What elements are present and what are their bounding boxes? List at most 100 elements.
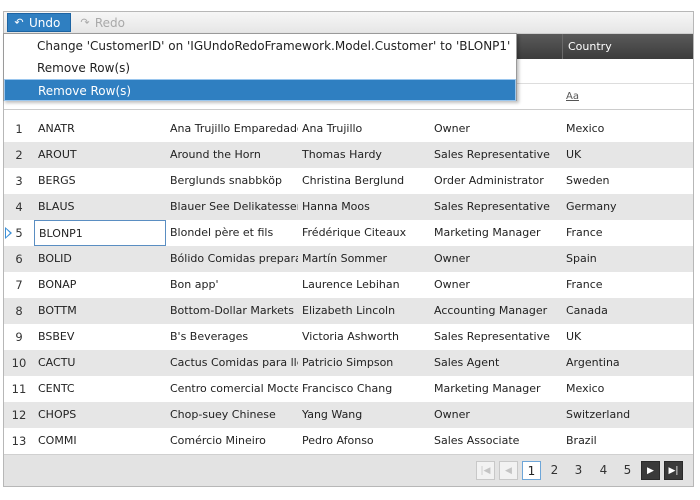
cell-company-name[interactable]: Chop-suey Chinese bbox=[166, 402, 298, 428]
table-row[interactable]: 10 CACTUCactus Comidas para llevaPatricio… bbox=[4, 350, 693, 376]
row-number: 8 bbox=[15, 304, 23, 318]
cell-contact-name[interactable]: Frédérique Citeaux bbox=[298, 220, 430, 246]
filter-country[interactable]: Aa bbox=[562, 84, 695, 110]
cell-customer-id[interactable]: CHOPS bbox=[34, 402, 166, 428]
cell-contact-name[interactable]: Hanna Moos bbox=[298, 194, 430, 220]
cell-customer-id[interactable]: BSBEV bbox=[34, 324, 166, 350]
cell-customer-id[interactable]: BLONP1 bbox=[34, 220, 166, 246]
cell-contact-name[interactable]: Elizabeth Lincoln bbox=[298, 298, 430, 324]
cell-customer-id[interactable]: BERGS bbox=[34, 168, 166, 194]
table-row[interactable]: 8 BOTTM Bottom-Dollar Markets Elizabeth Lin… bbox=[4, 298, 693, 324]
cell-contact-title[interactable]: Accounting Manager bbox=[430, 298, 562, 324]
cell-company-name[interactable]: Bon app' bbox=[166, 272, 298, 298]
cell-contact-name[interactable]: Laurence Lebihan bbox=[298, 272, 430, 298]
cell-contact-title[interactable]: Owner bbox=[430, 116, 562, 142]
cell-country[interactable]: France bbox=[562, 220, 695, 246]
cell-country[interactable]: Mexico bbox=[562, 116, 695, 142]
cell-country[interactable]: Canada bbox=[562, 298, 695, 324]
undo-history-item-selected[interactable]: Remove Row(s) bbox=[4, 79, 516, 101]
cell-contact-title[interactable]: Order Administrator bbox=[430, 168, 562, 194]
cell-customer-id[interactable]: ANATR bbox=[34, 116, 166, 142]
cell-country[interactable]: Mexico bbox=[562, 376, 695, 402]
redo-button[interactable]: ↷ Redo bbox=[74, 13, 130, 32]
cell-company-name[interactable]: Comércio Mineiro bbox=[166, 428, 298, 454]
cell-contact-title[interactable]: Marketing Manager bbox=[430, 376, 562, 402]
table-row[interactable]: 2 AROUT Around the Horn Thomas Hardy Sales R… bbox=[4, 142, 693, 168]
cell-contact-name[interactable]: Christina Berglund bbox=[298, 168, 430, 194]
pager: |◀ ◀ 1 2 3 4 5 ▶ ▶| bbox=[4, 454, 693, 486]
cell-country[interactable]: UK bbox=[562, 324, 695, 350]
undo-history-item[interactable]: Change 'CustomerID' on 'IGUndoRedoFramew… bbox=[4, 35, 516, 57]
cell-company-name[interactable]: Bottom-Dollar Markets bbox=[166, 298, 298, 324]
cell-contact-title[interactable]: Owner bbox=[430, 246, 562, 272]
cell-contact-name[interactable]: Pedro Afonso bbox=[298, 428, 430, 454]
page-3-button[interactable]: 3 bbox=[569, 461, 588, 480]
cell-contact-name[interactable]: Martín Sommer bbox=[298, 246, 430, 272]
cell-contact-title[interactable]: Sales Associate bbox=[430, 428, 562, 454]
cell-customer-id[interactable]: CACTU bbox=[34, 350, 166, 376]
cell-contact-name[interactable]: Thomas Hardy bbox=[298, 142, 430, 168]
page-1-button[interactable]: 1 bbox=[522, 461, 541, 480]
cell-company-name[interactable]: Bólido Comidas preparad bbox=[166, 246, 298, 272]
redo-arrow-icon: ↷ bbox=[80, 15, 90, 29]
cell-contact-name[interactable]: Victoria Ashworth bbox=[298, 324, 430, 350]
cell-customer-id[interactable]: BOLID bbox=[34, 246, 166, 272]
cell-contact-title[interactable]: Sales Representative bbox=[430, 194, 562, 220]
cell-contact-title[interactable]: Marketing Manager bbox=[430, 220, 562, 246]
cell-customer-id[interactable]: BONAP bbox=[34, 272, 166, 298]
cell-contact-title[interactable]: Sales Representative bbox=[430, 142, 562, 168]
cell-company-name[interactable]: Centro comercial Moctezu bbox=[166, 376, 298, 402]
first-page-button[interactable]: |◀ bbox=[476, 461, 495, 480]
table-row[interactable]: 1 ANATR Ana Trujillo Emparedados Ana Trujil… bbox=[4, 116, 693, 142]
table-row[interactable]: 11 CENTCCentro comercial MoctezuFrancisco… bbox=[4, 376, 693, 402]
cell-country[interactable]: Brazil bbox=[562, 428, 695, 454]
cell-contact-title[interactable]: Owner bbox=[430, 272, 562, 298]
cell-country[interactable]: Sweden bbox=[562, 168, 695, 194]
cell-company-name[interactable]: Blauer See Delikatessen bbox=[166, 194, 298, 220]
cell-contact-name[interactable]: Francisco Chang bbox=[298, 376, 430, 402]
cell-country[interactable]: Switzerland bbox=[562, 402, 695, 428]
cell-country[interactable]: France bbox=[562, 272, 695, 298]
row-number: 10 bbox=[11, 356, 27, 370]
table-row[interactable]: 13 COMMI Comércio Mineiro Pedro Afonso Sales… bbox=[4, 428, 693, 454]
cell-company-name[interactable]: Around the Horn bbox=[166, 142, 298, 168]
cell-contact-title[interactable]: Owner bbox=[430, 402, 562, 428]
cell-company-name[interactable]: B's Beverages bbox=[166, 324, 298, 350]
cell-customer-id[interactable]: BLAUS bbox=[34, 194, 166, 220]
cell-contact-name[interactable]: Yang Wang bbox=[298, 402, 430, 428]
last-page-button[interactable]: ▶| bbox=[664, 461, 683, 480]
cell-country[interactable]: Germany bbox=[562, 194, 695, 220]
cell-company-name[interactable]: Cactus Comidas para lleva bbox=[166, 350, 298, 376]
cell-contact-name[interactable]: Ana Trujillo bbox=[298, 116, 430, 142]
cell-country[interactable]: UK bbox=[562, 142, 695, 168]
page-2-button[interactable]: 2 bbox=[545, 461, 564, 480]
next-page-button[interactable]: ▶ bbox=[641, 461, 660, 480]
cell-company-name[interactable]: Ana Trujillo Emparedados bbox=[166, 116, 298, 142]
cell-company-name[interactable]: Berglunds snabbköp bbox=[166, 168, 298, 194]
row-number: 7 bbox=[15, 278, 23, 292]
cell-contact-title[interactable]: Sales Representative bbox=[430, 324, 562, 350]
cell-customer-id[interactable]: BOTTM bbox=[34, 298, 166, 324]
cell-customer-id[interactable]: COMMI bbox=[34, 428, 166, 454]
table-row[interactable]: 12 CHOPS Chop-suey Chinese Yang Wang Owner Sw… bbox=[4, 402, 693, 428]
table-row[interactable]: 5 BLONP1 Blondel père et fils Frédérique Ci… bbox=[4, 220, 693, 246]
table-row[interactable]: 4 BLAUS Blauer See Delikatessen Hanna Moos S… bbox=[4, 194, 693, 220]
cell-country[interactable]: Spain bbox=[562, 246, 695, 272]
page-5-button[interactable]: 5 bbox=[618, 461, 637, 480]
header-country[interactable]: Country bbox=[562, 34, 695, 59]
cell-country[interactable]: Argentina bbox=[562, 350, 695, 376]
previous-page-button[interactable]: ◀ bbox=[499, 461, 518, 480]
cell-contact-title[interactable]: Sales Agent bbox=[430, 350, 562, 376]
table-row[interactable]: 6 BOLID Bólido Comidas preparad Martín Somm… bbox=[4, 246, 693, 272]
table-row[interactable]: 7 BONAP Bon app' Laurence Lebihan Owner Franc… bbox=[4, 272, 693, 298]
cell-customer-id[interactable]: CENTC bbox=[34, 376, 166, 402]
table-row[interactable]: 9 BSBEV B's Beverages Victoria Ashworth Sale… bbox=[4, 324, 693, 350]
undo-button[interactable]: ↶ Undo bbox=[7, 13, 71, 32]
cell-customer-id[interactable]: AROUT bbox=[34, 142, 166, 168]
cell-contact-name[interactable]: Patricio Simpson bbox=[298, 350, 430, 376]
cell-company-name[interactable]: Blondel père et fils bbox=[166, 220, 298, 246]
table-row[interactable]: 3 BERGS Berglunds snabbköp Christina Berglu… bbox=[4, 168, 693, 194]
page-4-button[interactable]: 4 bbox=[594, 461, 613, 480]
grid-body: 1 ANATR Ana Trujillo Emparedados Ana Trujil… bbox=[4, 116, 693, 454]
undo-history-item[interactable]: Remove Row(s) bbox=[4, 57, 516, 79]
